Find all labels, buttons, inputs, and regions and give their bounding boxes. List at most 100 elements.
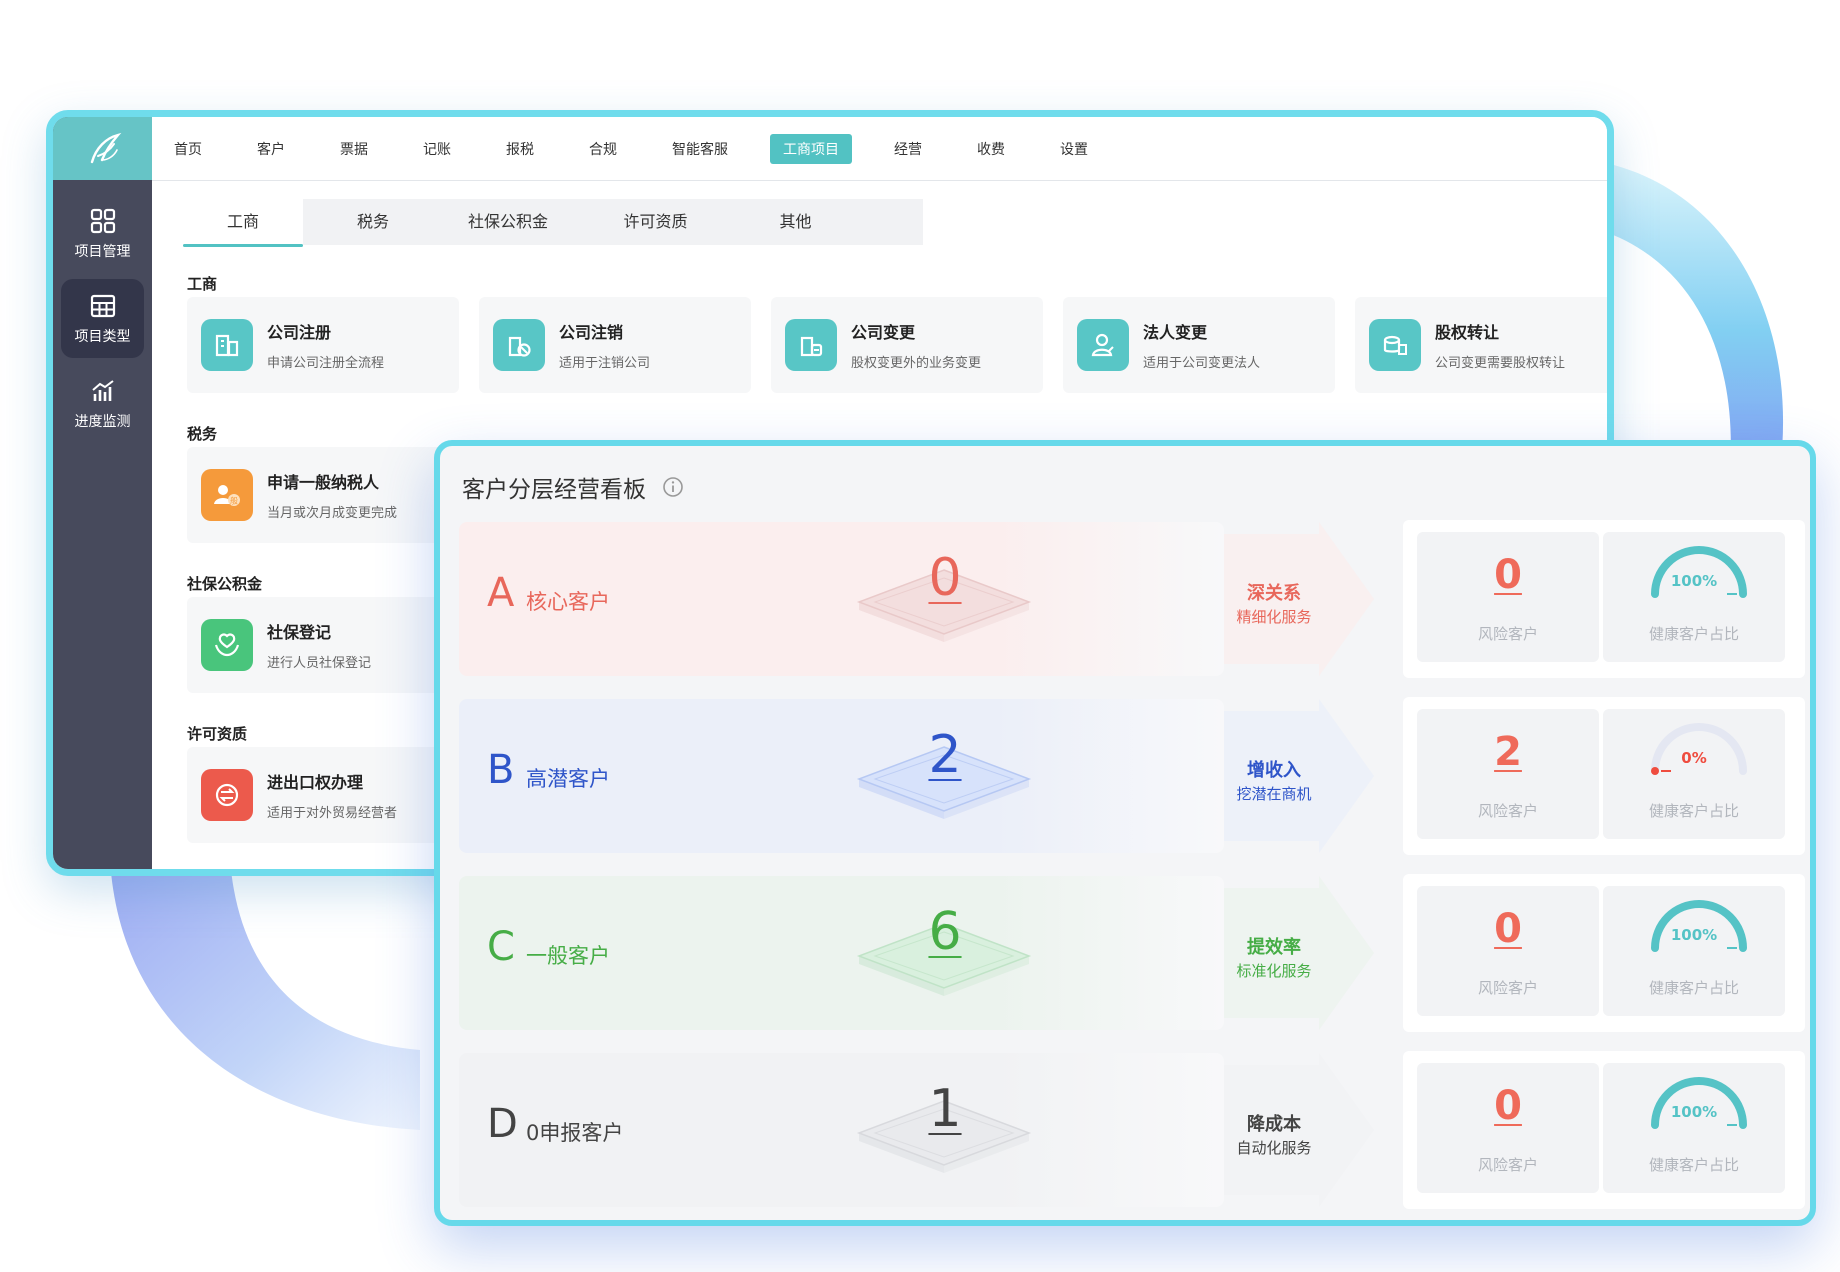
healthy-ratio-stat[interactable]: 100% 健康客户占比 [1603, 1063, 1785, 1193]
tab-other[interactable]: 其他 [728, 199, 863, 245]
sidebar-item-progress-monitor[interactable]: 进度监测 [61, 364, 144, 443]
segment-label: 0申报客户 [526, 1121, 624, 1145]
info-icon[interactable] [662, 476, 684, 498]
segment-service: 自动化服务 [1236, 1139, 1312, 1157]
sidebar-item-project-type[interactable]: 项目类型 [61, 279, 144, 358]
segment-label: 一般客户 [526, 944, 610, 968]
cancel-company-icon [493, 319, 545, 371]
segment-service: 挖潜在商机 [1236, 785, 1312, 803]
card-general-taxpayer[interactable]: 般 申请一般纳税人 当月或次月成变更完成 [187, 447, 459, 543]
tab-business[interactable]: 工商 [183, 199, 303, 247]
healthy-ratio-value: 100% [1670, 572, 1718, 590]
card-desc: 适用于公司变更法人 [1143, 356, 1261, 371]
card-company-change[interactable]: 公司变更 股权变更外的业务变更 [771, 297, 1043, 393]
card-company-registration[interactable]: 公司注册 申请公司注册全流程 [187, 297, 459, 393]
nav-operations[interactable]: 经营 [892, 135, 924, 163]
segment-stats: 0 风险客户 100% 健康客户占比 [1403, 520, 1805, 678]
healthy-ratio-stat[interactable]: 0% 健康客户占比 [1603, 709, 1785, 839]
risk-customer-count[interactable]: 0 [1417, 906, 1599, 952]
nav-compliance[interactable]: 合规 [587, 135, 619, 163]
segment-row-core[interactable]: A 核心客户 0 深关系 精细化服务 0 风险客户 100% 健康客户占比 [459, 520, 1805, 678]
risk-customer-stat[interactable]: 0 风险客户 [1417, 886, 1599, 1016]
nav-billing[interactable]: 收费 [975, 135, 1007, 163]
decorative-ring-bottom-left [110, 860, 420, 1130]
card-title: 公司变更 [851, 323, 916, 342]
healthy-ratio-stat[interactable]: 100% 健康客户占比 [1603, 886, 1785, 1016]
segment-stats: 2 风险客户 0% 健康客户占比 [1403, 697, 1805, 855]
segment-label: 高潜客户 [526, 767, 610, 791]
feather-logo-icon [90, 132, 121, 163]
segment-strategy: 降成本 [1247, 1114, 1301, 1135]
risk-customer-count[interactable]: 2 [1417, 729, 1599, 775]
section-title-tax: 税务 [187, 425, 218, 443]
tab-social-security[interactable]: 社保公积金 [433, 199, 583, 245]
healthy-ratio-label: 健康客户占比 [1648, 625, 1739, 643]
segment-stats: 0 风险客户 100% 健康客户占比 [1403, 1051, 1805, 1209]
risk-customer-count[interactable]: 0 [1417, 1083, 1599, 1129]
sidebar-item-label: 项目类型 [74, 329, 131, 345]
segment-row-general[interactable]: C 一般客户 6 提效率 标准化服务 0 风险客户 100% 健康客户占比 [459, 874, 1805, 1032]
card-legal-person-change[interactable]: 法人变更 适用于公司变更法人 [1063, 297, 1335, 393]
segment-strategy: 增收入 [1247, 760, 1301, 781]
card-desc: 申请公司注册全流程 [267, 356, 385, 371]
nav-customer[interactable]: 客户 [255, 135, 287, 163]
card-equity-transfer[interactable]: 股权转让 公司变更需要股权转让 [1355, 297, 1607, 393]
healthy-ratio-label: 健康客户占比 [1648, 979, 1739, 997]
risk-customer-stat[interactable]: 2 风险客户 [1417, 709, 1599, 839]
healthy-ratio-label: 健康客户占比 [1648, 802, 1739, 820]
nav-tax-filing[interactable]: 报税 [504, 135, 536, 163]
segment-service: 精细化服务 [1236, 608, 1312, 626]
segment-letter: C [487, 924, 515, 970]
segment-count[interactable]: 2 [895, 725, 995, 785]
import-export-icon [201, 769, 253, 821]
tab-tax[interactable]: 税务 [313, 199, 433, 245]
risk-customer-label: 风险客户 [1477, 1156, 1538, 1174]
segment-stats: 0 风险客户 100% 健康客户占比 [1403, 874, 1805, 1032]
segment-row-zero-declaration[interactable]: D 0申报客户 1 降成本自动化服务 0 风险客户 100% 健康客户占比 [459, 1051, 1805, 1209]
healthy-ratio-value: 0% [1681, 749, 1707, 767]
nav-home[interactable]: 首页 [172, 135, 204, 163]
segment-count[interactable]: 6 [895, 902, 995, 962]
card-title: 公司注册 [267, 323, 332, 342]
card-title: 社保登记 [267, 623, 332, 642]
segment-row-high-potential[interactable]: B 高潜客户 2 增收入 挖潜在商机 2 风险客户 0% 健康客户占比 [459, 697, 1805, 855]
nav-bookkeeping[interactable]: 记账 [421, 135, 453, 163]
sidebar-item-project-management[interactable]: 项目管理 [61, 194, 144, 273]
segment-letter: A [487, 570, 515, 616]
card-title: 进出口权办理 [267, 773, 364, 792]
table-icon [90, 294, 115, 318]
risk-customer-label: 风险客户 [1477, 625, 1538, 643]
segment-letter: D [487, 1101, 518, 1147]
app-logo[interactable] [53, 117, 152, 180]
segment-count[interactable]: 1 [895, 1079, 995, 1139]
nav-invoice[interactable]: 票据 [338, 135, 370, 163]
taxpayer-icon: 般 [201, 469, 253, 521]
card-desc: 公司变更需要股权转让 [1435, 356, 1566, 371]
card-social-security-registration[interactable]: 社保登记 进行人员社保登记 [187, 597, 459, 693]
tab-licenses[interactable]: 许可资质 [583, 199, 728, 245]
risk-customer-stat[interactable]: 0 风险客户 [1417, 532, 1599, 662]
card-company-deregistration[interactable]: 公司注销 适用于注销公司 [479, 297, 751, 393]
grid-icon [90, 208, 115, 234]
card-import-export-rights[interactable]: 进出口权办理 适用于对外贸易经营者 [187, 747, 459, 843]
healthy-ratio-label: 健康客户占比 [1648, 1156, 1739, 1174]
healthy-ratio-stat[interactable]: 100% 健康客户占比 [1603, 532, 1785, 662]
risk-customer-stat[interactable]: 0 风险客户 [1417, 1063, 1599, 1193]
card-desc: 适用于对外贸易经营者 [267, 806, 398, 821]
card-desc: 进行人员社保登记 [267, 656, 372, 671]
section-title-business: 工商 [187, 275, 218, 293]
segment-count[interactable]: 0 [895, 548, 995, 608]
card-desc: 适用于注销公司 [559, 356, 651, 371]
nav-smart-service[interactable]: 智能客服 [670, 135, 730, 163]
sidebar-item-label: 项目管理 [74, 244, 131, 260]
nav-settings[interactable]: 设置 [1058, 135, 1090, 163]
risk-customer-label: 风险客户 [1477, 979, 1538, 997]
healthy-ratio-value: 100% [1670, 926, 1718, 944]
equity-transfer-icon [1369, 319, 1421, 371]
card-title: 公司注销 [559, 323, 624, 342]
healthy-ratio-value: 100% [1670, 1103, 1718, 1121]
risk-customer-count[interactable]: 0 [1417, 552, 1599, 598]
nav-business-projects[interactable]: 工商项目 [770, 133, 852, 164]
category-tabs: 工商 税务 社保公积金 许可资质 其他 [183, 199, 923, 247]
risk-customer-label: 风险客户 [1477, 802, 1538, 820]
